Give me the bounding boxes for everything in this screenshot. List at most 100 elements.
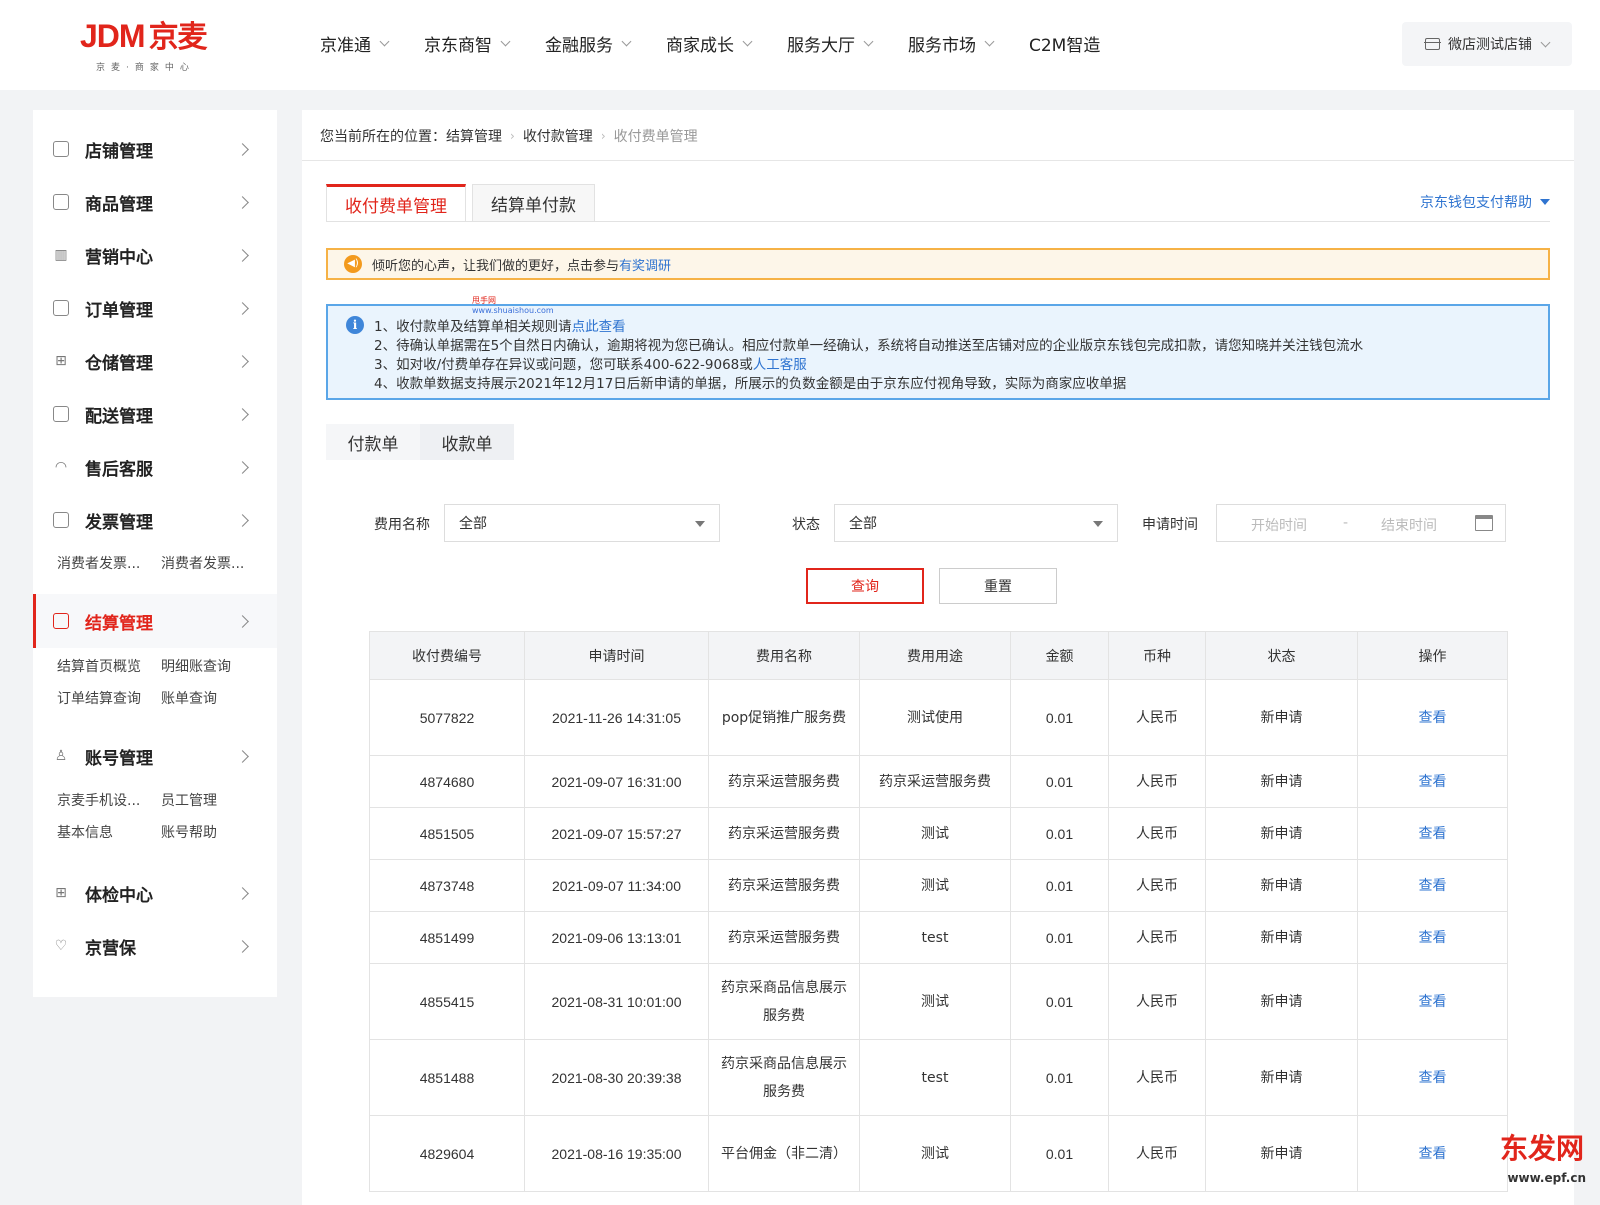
view-link[interactable]: 查看: [1357, 1039, 1508, 1116]
calendar-icon[interactable]: [1475, 515, 1493, 531]
customer-service-link[interactable]: 人工客服: [753, 357, 807, 373]
table-cell: 4855415: [369, 963, 525, 1040]
sidebar-item-store[interactable]: 店铺管理: [33, 124, 277, 174]
sidebar-item-aftersale[interactable]: ◠ 售后客服: [33, 442, 277, 492]
sidebar-item-account[interactable]: ♙ 账号管理: [33, 731, 277, 781]
chevron-right-icon: [236, 614, 249, 628]
grid-icon: ⊞: [55, 353, 67, 369]
table-cell: pop促销推广服务费: [708, 679, 860, 756]
rules-link[interactable]: 点此查看: [572, 319, 626, 335]
view-link[interactable]: 查看: [1357, 807, 1508, 860]
breadcrumb-current: 收付费单管理: [613, 129, 698, 145]
table-cell: 0.01: [1010, 1115, 1109, 1192]
info-line-3: 3、如对收/付费单存在异议或问题，您可联系400-622-9068或人工客服: [374, 357, 807, 373]
column-header: 币种: [1108, 631, 1206, 680]
table-cell: 新申请: [1205, 859, 1358, 912]
nav-growth[interactable]: 商家成长: [666, 31, 753, 56]
nav-finance[interactable]: 金融服务: [545, 31, 632, 56]
sidebar-sublink-bill-query[interactable]: 账单查询: [161, 688, 217, 708]
fee-name-select[interactable]: 全部: [444, 504, 720, 542]
sidebar-sublink-consumer-invoice-2[interactable]: 消费者发票...: [161, 553, 244, 573]
sidebar-sublink-settlement-overview[interactable]: 结算首页概览: [57, 656, 141, 676]
nav-jd-shangzhi[interactable]: 京东商智: [424, 31, 511, 56]
sidebar-item-products[interactable]: 商品管理: [33, 177, 277, 227]
date-range-picker[interactable]: 开始时间 - 结束时间: [1216, 504, 1506, 542]
sidebar-item-orders[interactable]: 订单管理: [33, 283, 277, 333]
table-cell: 人民币: [1108, 859, 1206, 912]
sidebar-sublink-mobile-settings[interactable]: 京麦手机设...: [57, 790, 140, 810]
nav-c2m[interactable]: C2M智造: [1029, 31, 1100, 56]
chevron-right-icon: [236, 354, 249, 368]
table-cell: 人民币: [1108, 911, 1206, 964]
jdm-logo[interactable]: JDM 京麦 京麦·商家中心: [80, 18, 240, 74]
rules-info-box: 甩手网 www.shuaishou.com i 1、收付款单及结算单相关规则请点此…: [326, 296, 1550, 400]
table-cell: 新申请: [1205, 755, 1358, 808]
view-link[interactable]: 查看: [1357, 911, 1508, 964]
breadcrumb-payments[interactable]: 收付款管理: [523, 126, 593, 146]
main-panel: 您当前所在的位置： 结算管理 › 收付款管理 › 收付费单管理 收付费单管理 结…: [302, 110, 1574, 1205]
table-cell: 药京采运营服务费: [708, 859, 860, 912]
sidebar-sublink-account-help[interactable]: 账号帮助: [161, 822, 217, 842]
nav-service-market[interactable]: 服务市场: [908, 31, 995, 56]
tab-payment-bill[interactable]: 付款单: [326, 424, 420, 460]
sidebar-item-invoice[interactable]: 发票管理: [33, 495, 277, 545]
sidebar-item-health-check[interactable]: ⊞ 体检中心: [33, 868, 277, 918]
table-cell: 4829604: [369, 1115, 525, 1192]
view-link[interactable]: 查看: [1357, 963, 1508, 1040]
view-link[interactable]: 查看: [1357, 679, 1508, 756]
chevron-right-icon: [236, 195, 249, 209]
wallet-help-link[interactable]: 京东钱包支付帮助: [1420, 192, 1550, 212]
table-cell: 2021-09-07 15:57:27: [524, 807, 709, 860]
end-date-input[interactable]: 结束时间: [1381, 515, 1437, 535]
sidebar-item-warehouse[interactable]: ⊞ 仓储管理: [33, 336, 277, 386]
table-cell: 2021-11-26 14:31:05: [524, 679, 709, 756]
sidebar-item-settlement[interactable]: 结算管理: [33, 594, 277, 648]
query-button[interactable]: 查询: [806, 568, 924, 604]
view-link[interactable]: 查看: [1357, 755, 1508, 808]
table-cell: 测试: [859, 859, 1011, 912]
sidebar-sublink-ledger-query[interactable]: 明细账查询: [161, 656, 231, 676]
chevron-right-icon: [236, 460, 249, 474]
start-date-input[interactable]: 开始时间: [1251, 515, 1307, 535]
sidebar-sublink-basic-info[interactable]: 基本信息: [57, 822, 113, 842]
sidebar-sublink-consumer-invoice-1[interactable]: 消费者发票...: [57, 553, 140, 573]
chevron-right-icon: [236, 939, 249, 953]
table-cell: test: [859, 911, 1011, 964]
tab-receipt-bill[interactable]: 收款单: [420, 424, 514, 460]
shield-icon: ♡: [54, 938, 68, 954]
document-icon: [53, 300, 69, 316]
sidebar-item-marketing[interactable]: ▥ 营销中心: [33, 230, 277, 280]
sidebar-item-jingyingbao[interactable]: ♡ 京营保: [33, 921, 277, 971]
table-cell: 0.01: [1010, 755, 1109, 808]
shop-switcher-button[interactable]: 微店测试店铺: [1402, 22, 1572, 66]
sidebar-sublink-order-settlement[interactable]: 订单结算查询: [57, 688, 141, 708]
user-icon: ♙: [54, 748, 68, 764]
tab-settlement-payment[interactable]: 结算单付款: [472, 184, 595, 222]
table-row: 4829604 2021-08-16 19:35:00 平台佣金（非二清） 测试 0.0…: [369, 1115, 1508, 1192]
info-icon: i: [346, 316, 364, 334]
survey-link[interactable]: 有奖调研: [619, 255, 671, 274]
calculator-icon: [53, 613, 69, 629]
table-row: 4874680 2021-09-07 16:31:00 药京采运营服务费 药京采运营服…: [369, 755, 1508, 808]
table-cell: 4874680: [369, 755, 525, 808]
table-row: 4851505 2021-09-07 15:57:27 药京采运营服务费 测试 0.01…: [369, 807, 1508, 860]
table-cell: 药京采运营服务费: [708, 755, 860, 808]
sidebar-item-delivery[interactable]: 配送管理: [33, 389, 277, 439]
divider: [302, 160, 1574, 161]
table-cell: 新申请: [1205, 807, 1358, 860]
table-row: 4851488 2021-08-30 20:39:38 药京采商品信息展示服务费 te…: [369, 1039, 1508, 1116]
table-cell: 0.01: [1010, 963, 1109, 1040]
chevron-down-icon: [379, 36, 390, 46]
chevron-right-icon: [236, 301, 249, 315]
column-header: 状态: [1205, 631, 1358, 680]
column-header: 收付费编号: [369, 631, 525, 680]
status-select[interactable]: 全部: [834, 504, 1118, 542]
apply-time-label: 申请时间: [1142, 517, 1198, 533]
sidebar-sublink-staff[interactable]: 员工管理: [161, 790, 217, 810]
nav-service-hall[interactable]: 服务大厅: [787, 31, 874, 56]
reset-button[interactable]: 重置: [939, 568, 1057, 604]
tab-fee-bills[interactable]: 收付费单管理: [326, 184, 466, 222]
nav-jingzhuntong[interactable]: 京准通: [320, 31, 390, 56]
view-link[interactable]: 查看: [1357, 859, 1508, 912]
breadcrumb-settlement[interactable]: 结算管理: [446, 126, 502, 146]
